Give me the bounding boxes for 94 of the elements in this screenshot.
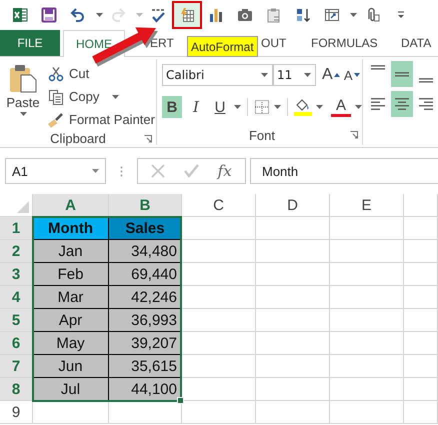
caret-icon[interactable] (316, 105, 323, 109)
align-bottom-icon (419, 78, 433, 83)
column-header[interactable]: B (109, 194, 182, 217)
file-tab[interactable]: FILE (0, 30, 60, 56)
row-header[interactable]: 3 (0, 263, 33, 286)
group-label: Clipboard (50, 131, 106, 146)
dialog-launcher-icon[interactable] (350, 131, 358, 139)
fill-handle[interactable] (177, 397, 184, 404)
table-cell: Jan (33, 240, 109, 263)
clipboard-icon (9, 63, 37, 93)
column-header[interactable]: E (330, 194, 404, 217)
empty-cell (404, 332, 438, 355)
table-cell: 69,440 (109, 263, 182, 286)
empty-cell (404, 309, 438, 332)
bold-button[interactable]: B (162, 96, 182, 118)
column-header[interactable]: C (182, 194, 256, 217)
caret-icon[interactable] (92, 169, 99, 173)
ribbon-tab[interactable]: OUT (261, 30, 291, 56)
grow-font-button[interactable]: A (320, 64, 342, 86)
decrease-icon (354, 73, 360, 77)
empty-cell (404, 355, 438, 378)
align-middle-button[interactable] (391, 61, 413, 87)
font-name-field[interactable]: Calibri (162, 64, 273, 86)
caret-icon[interactable] (234, 105, 241, 109)
row-header[interactable]: 9 (0, 401, 33, 424)
caret-icon[interactable] (355, 105, 362, 109)
table-cell: 44,100 (109, 378, 182, 401)
align-middle-icon (395, 72, 409, 76)
table-cell: 42,246 (109, 286, 182, 309)
table-cell: 39,207 (109, 332, 182, 355)
copy-icon (48, 88, 64, 104)
align-top-icon (371, 65, 385, 70)
empty-cell (404, 286, 438, 309)
borders-icon[interactable] (254, 99, 270, 115)
row-header[interactable]: 4 (0, 286, 33, 309)
insert-function-button[interactable]: fx (218, 162, 232, 180)
row-header[interactable]: 6 (0, 332, 33, 355)
paste-button[interactable]: Paste (0, 59, 46, 131)
ribbon-tab[interactable]: ERT (150, 30, 180, 56)
column-header[interactable]: A (33, 194, 109, 217)
caret-icon[interactable] (304, 73, 311, 77)
shrink-font-button[interactable]: A (342, 64, 362, 86)
font-color-button[interactable]: A (331, 97, 351, 117)
increase-icon (334, 73, 340, 77)
formula-field[interactable]: Month (250, 158, 438, 184)
caret-icon[interactable] (350, 13, 356, 17)
font-size-field[interactable]: 11 (273, 64, 316, 86)
table-cell: 35,615 (109, 355, 182, 378)
align-center-button[interactable] (391, 91, 413, 117)
align-right-icon (419, 98, 433, 110)
table-cell: Jul (33, 378, 109, 401)
table-cell: Jun (33, 355, 109, 378)
row-header[interactable]: 8 (0, 378, 33, 401)
align-center-icon (395, 98, 409, 110)
group-label: Font (248, 128, 275, 142)
empty-cell (404, 263, 438, 286)
table-cell: Sales (109, 217, 182, 240)
column-header[interactable]: D (256, 194, 330, 217)
row-header[interactable]: 2 (0, 240, 33, 263)
underline-button[interactable]: U (210, 96, 230, 118)
fill-color-icon[interactable] (294, 98, 312, 116)
table-format-icon[interactable] (172, 1, 202, 29)
empty-cell (404, 401, 438, 424)
dialog-launcher-icon[interactable] (144, 134, 152, 142)
format-painter-button[interactable]: Format Painter (46, 108, 155, 131)
name-box[interactable]: A1 (5, 158, 106, 184)
empty-cell (404, 217, 438, 240)
table-cell: 36,993 (109, 309, 182, 332)
caret-icon[interactable] (261, 73, 268, 77)
empty-cell (404, 378, 438, 401)
ribbon-tab[interactable]: FORMULAS (311, 30, 381, 56)
empty-cell (404, 240, 438, 263)
row-header[interactable]: 5 (0, 309, 33, 332)
ribbon-tab[interactable]: DATA (401, 30, 438, 56)
table-cell: May (33, 332, 109, 355)
table-cell: Feb (33, 263, 109, 286)
caret-icon[interactable] (20, 112, 26, 116)
scissors-icon (48, 66, 64, 82)
paintbrush-icon (48, 112, 64, 128)
row-header[interactable]: 1 (0, 217, 33, 240)
row-header[interactable]: 7 (0, 355, 33, 378)
table-cell: Apr (33, 309, 109, 332)
copy-button[interactable]: Copy (46, 85, 155, 108)
cut-button[interactable]: Cut (46, 62, 155, 85)
table-cell: Mar (33, 286, 109, 309)
tooltip: AutoFormat (187, 36, 258, 57)
caret-icon[interactable] (96, 13, 102, 17)
table-cell: Month (33, 217, 109, 240)
caret-icon[interactable] (112, 94, 119, 98)
drag-handle-icon[interactable] (120, 166, 123, 176)
caret-icon[interactable] (274, 105, 281, 109)
italic-button[interactable]: I (186, 96, 206, 118)
align-left-icon (371, 98, 385, 110)
table-cell: 34,480 (109, 240, 182, 263)
